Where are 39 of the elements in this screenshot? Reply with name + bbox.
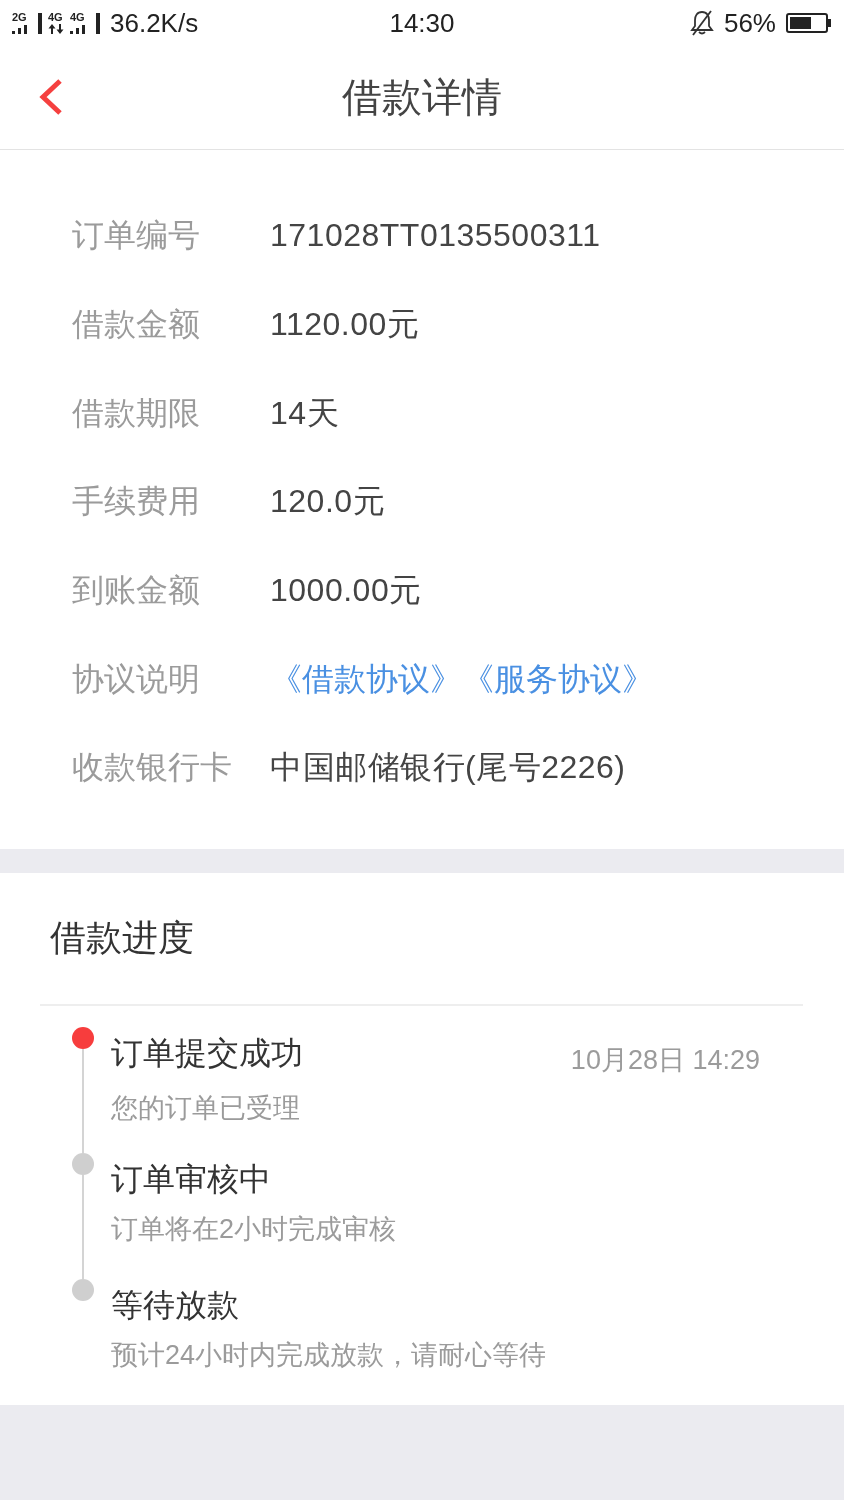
field-value: 1000.00元 [270, 570, 422, 610]
battery-icon [786, 12, 832, 33]
field-value: 171028TT0135500311 [270, 216, 601, 256]
step-title: 等待放款 [111, 1285, 239, 1325]
field-label: 订单编号 [72, 216, 201, 256]
data-arrows-icon [48, 23, 64, 34]
step-title: 订单审核中 [111, 1159, 271, 1199]
page-title: 借款详情 [342, 74, 502, 121]
signal-bar-icon [96, 12, 100, 34]
agreement-link[interactable]: 《服务协议》 [462, 658, 654, 699]
signal-bar-icon [38, 12, 42, 34]
agreement-link[interactable]: 《借款协议》 [270, 658, 462, 699]
network-speed: 36.2K/s [110, 7, 199, 38]
signal-strength-icon [12, 23, 28, 34]
section-title: 借款进度 [50, 916, 194, 961]
field-label: 手续费用 [72, 482, 201, 522]
network-type-label: 4G [70, 11, 85, 23]
step-description: 您的订单已受理 [111, 1091, 301, 1125]
bell-off-icon [689, 9, 714, 36]
clock-time: 14:30 [389, 7, 455, 38]
field-label: 借款期限 [72, 393, 201, 433]
field-label: 借款金额 [72, 305, 201, 344]
field-value: 1120.00元 [270, 305, 420, 344]
field-value: 120.0元 [270, 482, 386, 522]
battery-percentage: 56% [723, 7, 776, 38]
step-title: 订单提交成功 [111, 1033, 303, 1073]
field-label: 到账金额 [72, 570, 201, 610]
network-type-label: 4G [48, 11, 63, 23]
field-label: 协议说明 [72, 659, 201, 699]
field-value: 14天 [270, 393, 340, 433]
step-description: 订单将在2小时完成审核 [111, 1212, 398, 1246]
step-description: 预计24小时内完成放款，请耐心等待 [111, 1338, 548, 1372]
network-type-label: 2G [12, 11, 27, 23]
chevron-left-icon [38, 78, 64, 116]
signal-strength-icon [70, 23, 86, 34]
field-value: 中国邮储银行(尾号2226) [270, 748, 626, 788]
step-time: 10月28日 14:29 [570, 1043, 760, 1077]
field-label: 收款银行卡 [72, 748, 233, 788]
back-button[interactable] [38, 78, 64, 116]
